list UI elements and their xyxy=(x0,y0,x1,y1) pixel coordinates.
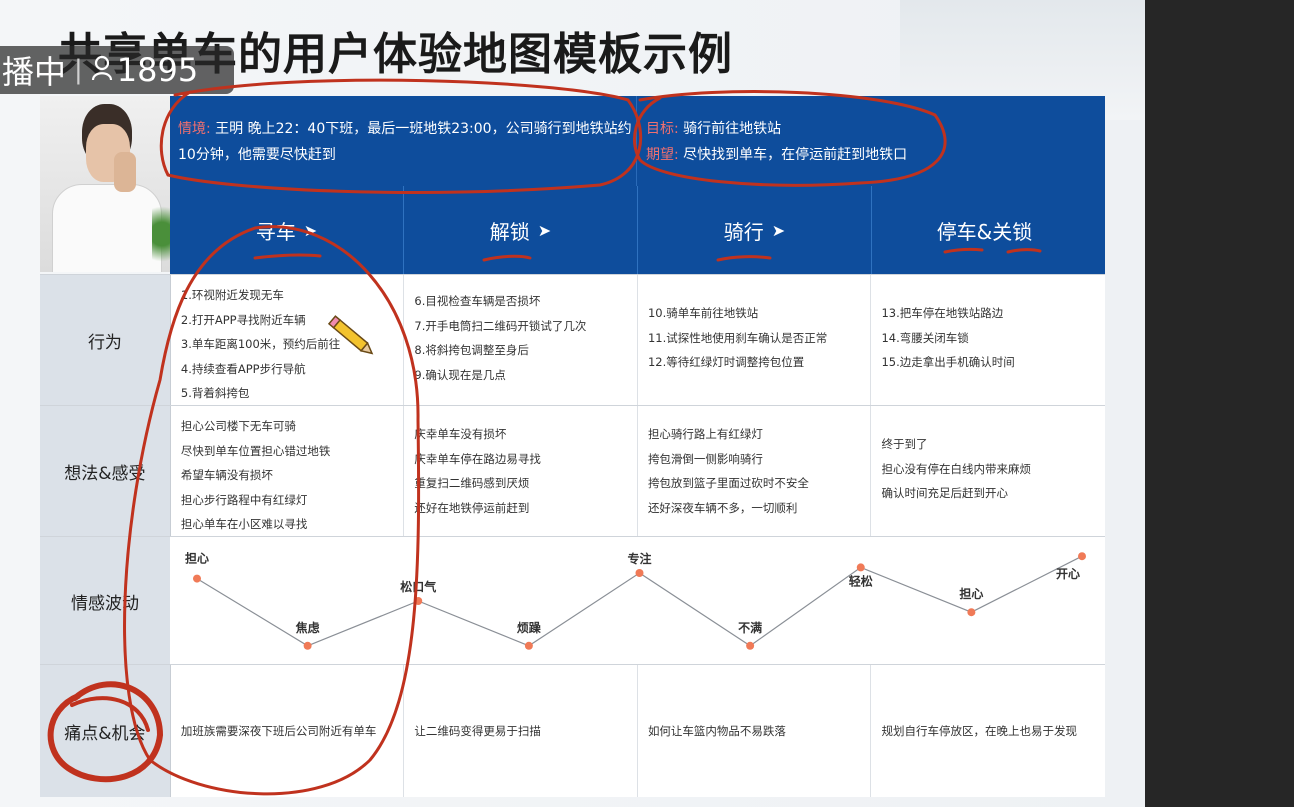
row-label-emotion: 情感波动 xyxy=(40,537,171,665)
pain-cell-ride: 如何让车篮内物品不易跌落 xyxy=(637,665,872,797)
pain-cell-find: 加班族需要深夜下班后公司附近有单车 xyxy=(170,665,405,797)
stage-find-bike: 寻车 ➤ xyxy=(170,186,404,274)
emotion-point-label: 不满 xyxy=(738,620,762,635)
emotion-curve-chart: 担心 焦虑 松口气 烦躁 专注 不满 轻松 担心 开心 xyxy=(170,536,1105,665)
pain-cell-unlock: 让二维码变得更易于扫描 xyxy=(404,665,638,797)
scenario-text-line2: 10分钟，他需要尽快赶到 xyxy=(178,147,336,163)
emotion-point xyxy=(967,608,976,617)
behavior-cell-unlock: 6.目视检查车辆是否损坏 7.开手电筒扫二维码开锁试了几次 8.将斜挎包调整至身后 9… xyxy=(404,275,638,406)
thoughts-row: 想法&感受 担心公司楼下无车可骑 尽快到单车位置担心错过地铁 希望车辆没有损坏 担心步… xyxy=(40,405,1105,537)
emotion-point xyxy=(524,641,533,650)
row-label-behavior: 行为 xyxy=(40,275,171,406)
behavior-row: 行为 1.环视附近发现无车 2.打开APP寻找附近车辆 3.单车距离100米，预约后… xyxy=(40,274,1105,406)
emotion-point xyxy=(414,597,423,605)
behavior-cell-ride: 10.骑单车前往地铁站 11.试探性地使用刹车确认是否正常 12.等待红绿灯时调整挎… xyxy=(637,275,872,406)
emotion-point xyxy=(1078,552,1086,561)
emotion-point xyxy=(856,563,865,572)
thoughts-cell-find: 担心公司楼下无车可骑 尽快到单车位置担心错过地铁 希望车辆没有损坏 担心步行路程中有红… xyxy=(170,406,405,537)
emotion-point-label: 担心 xyxy=(185,551,209,566)
pain-row: 痛点&机会 加班族需要深夜下班后公司附近有单车 让二维码变得更易于扫描 如何让车… xyxy=(40,664,1105,797)
emotion-point-label: 担心 xyxy=(959,586,983,601)
emotion-point-label: 烦躁 xyxy=(517,621,541,635)
thoughts-cell-park: 终于到了 担心没有停在白线内带来麻烦 确认时间充足后赶到开心 xyxy=(871,406,1105,537)
emotion-point xyxy=(635,569,644,577)
viewer-count: 1895 xyxy=(116,51,199,89)
goal-label: 目标: xyxy=(646,121,679,137)
stage-unlock: 解锁 ➤ xyxy=(404,186,638,274)
persona-header: 情境: 王明 晚上22：40下班，最后一班地铁23:00，公司骑行到地铁站约 1… xyxy=(170,96,1105,186)
behavior-cell-find: 1.环视附近发现无车 2.打开APP寻找附近车辆 3.单车距离100米，预约后前往 4… xyxy=(170,275,405,406)
emotion-curve-svg: 担心焦虑松口气烦躁专注不满轻松担心开心 xyxy=(185,551,1086,650)
expect-label: 期望: xyxy=(646,147,679,163)
emotion-point-label: 焦虑 xyxy=(295,620,320,635)
emotion-point-label: 松口气 xyxy=(400,579,436,594)
behavior-cell-park: 13.把车停在地铁站路边 14.弯腰关闭车锁 15.边走拿出手机确认时间 xyxy=(871,275,1105,406)
arrow-right-icon: ➤ xyxy=(771,220,786,240)
emotion-point xyxy=(303,641,312,650)
scenario-label: 情境: xyxy=(178,121,211,137)
emotion-point-label: 开心 xyxy=(1056,567,1080,581)
arrow-right-icon: ➤ xyxy=(303,220,318,240)
row-label-pain: 痛点&机会 xyxy=(40,665,171,797)
right-dark-panel xyxy=(1145,0,1294,807)
row-label-thoughts: 想法&感受 xyxy=(40,406,171,537)
person-icon xyxy=(91,51,113,89)
pain-cell-park: 规划自行车停放区，在晚上也易于发现 xyxy=(871,665,1105,797)
badge-separator: | xyxy=(74,55,83,85)
emotion-point xyxy=(193,574,201,583)
emotion-point-label: 专注 xyxy=(627,551,651,566)
stage-header-row: 寻车 ➤ 解锁 ➤ 骑行 ➤ 停车&关锁 xyxy=(170,186,1105,274)
header-divider xyxy=(636,96,637,186)
thoughts-cell-ride: 担心骑行路上有红绿灯 挎包滑倒一侧影响骑行 挎包放到篮子里面过砍时不安全 还好深夜车辆… xyxy=(637,406,872,537)
stage-park-lock: 停车&关锁 xyxy=(936,219,1033,244)
emotion-point-label: 轻松 xyxy=(849,573,873,588)
scenario-text-line1: 王明 晚上22：40下班，最后一班地铁23:00，公司骑行到地铁站约 xyxy=(210,121,632,137)
live-viewer-badge[interactable]: 播中 | 1895 xyxy=(0,46,234,94)
live-status-text: 播中 xyxy=(2,53,67,91)
expect-text: 尽快找到单车，在停运前赶到地铁口 xyxy=(678,147,908,163)
thoughts-cell-unlock: 庆幸单车没有损坏 庆幸单车停在路边易寻找 重复扫二维码感到厌烦 还好在地铁停运前赶到 xyxy=(404,406,638,537)
goal-text: 骑行前往地铁站 xyxy=(678,121,782,137)
stage-ride: 骑行 ➤ xyxy=(638,186,872,274)
emotion-point xyxy=(746,641,755,650)
persona-photo xyxy=(40,96,170,272)
arrow-right-icon: ➤ xyxy=(537,220,552,240)
